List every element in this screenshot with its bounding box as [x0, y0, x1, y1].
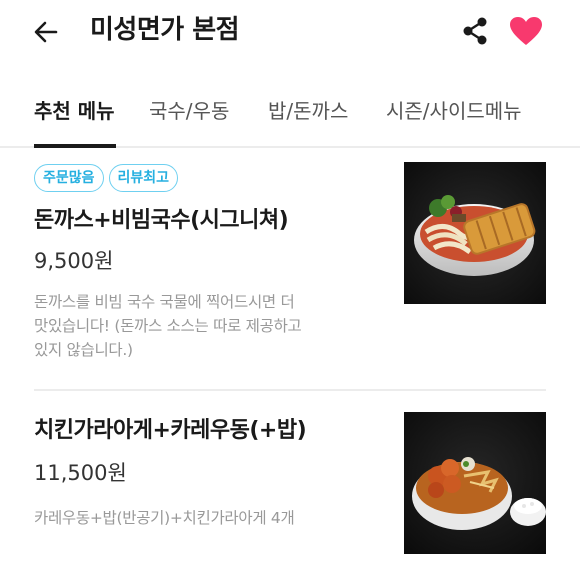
favorite-button[interactable]	[506, 12, 546, 50]
menu-item-photo	[404, 162, 546, 304]
page-title: 미성면가 본점	[90, 15, 240, 45]
item-divider	[34, 389, 546, 391]
share-icon	[463, 17, 487, 45]
menu-item[interactable]: 치킨가라아게+카레우동(+밥) 11,500원 카레우동+밥(반공기)+치킨가라…	[0, 392, 580, 570]
menu-item-price: 9,500원	[34, 249, 114, 273]
tab-season-side-menu[interactable]: 시즌/사이드메뉴	[386, 96, 522, 126]
menu-item-description: 카레우동+밥(반공기)+치킨가라아게 4개	[34, 509, 295, 527]
description-line: 있지 않습니다.)	[34, 341, 133, 359]
tab-noodles-udon[interactable]: 국수/우동	[149, 96, 229, 126]
app-header: 미성면가 본점	[0, 0, 580, 64]
menu-item-price: 11,500원	[34, 461, 127, 485]
menu-item-name: 치킨가라아게+카레우동(+밥)	[34, 418, 307, 443]
popular-order-badge: 주문많음	[34, 164, 104, 192]
heart-icon	[510, 17, 542, 45]
back-button[interactable]	[30, 16, 62, 48]
arrow-left-icon	[34, 21, 58, 43]
menu-item-photo	[404, 412, 546, 554]
share-button[interactable]	[458, 14, 492, 48]
active-tab-indicator	[34, 144, 116, 148]
tab-rice-tonkatsu[interactable]: 밥/돈까스	[268, 96, 348, 126]
badge-group: 주문많음 리뷰최고	[34, 164, 179, 192]
menu-item-description: 돈까스를 비빔 국수 국물에 찍어드시면 더 맛있습니다! (돈까스 소스는 따…	[34, 290, 374, 362]
description-line: 맛있습니다! (돈까스 소스는 따로 제공하고	[34, 317, 302, 335]
menu-item-name: 돈까스+비빔국수(시그니쳐)	[34, 208, 289, 233]
tab-recommended[interactable]: 추천 메뉴	[34, 96, 115, 126]
menu-item[interactable]: 주문많음 리뷰최고 돈까스+비빔국수(시그니쳐) 9,500원 돈까스를 비빔 …	[0, 150, 580, 390]
best-review-badge: 리뷰최고	[108, 164, 179, 192]
description-line: 돈까스를 비빔 국수 국물에 찍어드시면 더	[34, 293, 295, 311]
category-tabs: 추천 메뉴 국수/우동 밥/돈까스 시즌/사이드메뉴	[0, 84, 580, 148]
